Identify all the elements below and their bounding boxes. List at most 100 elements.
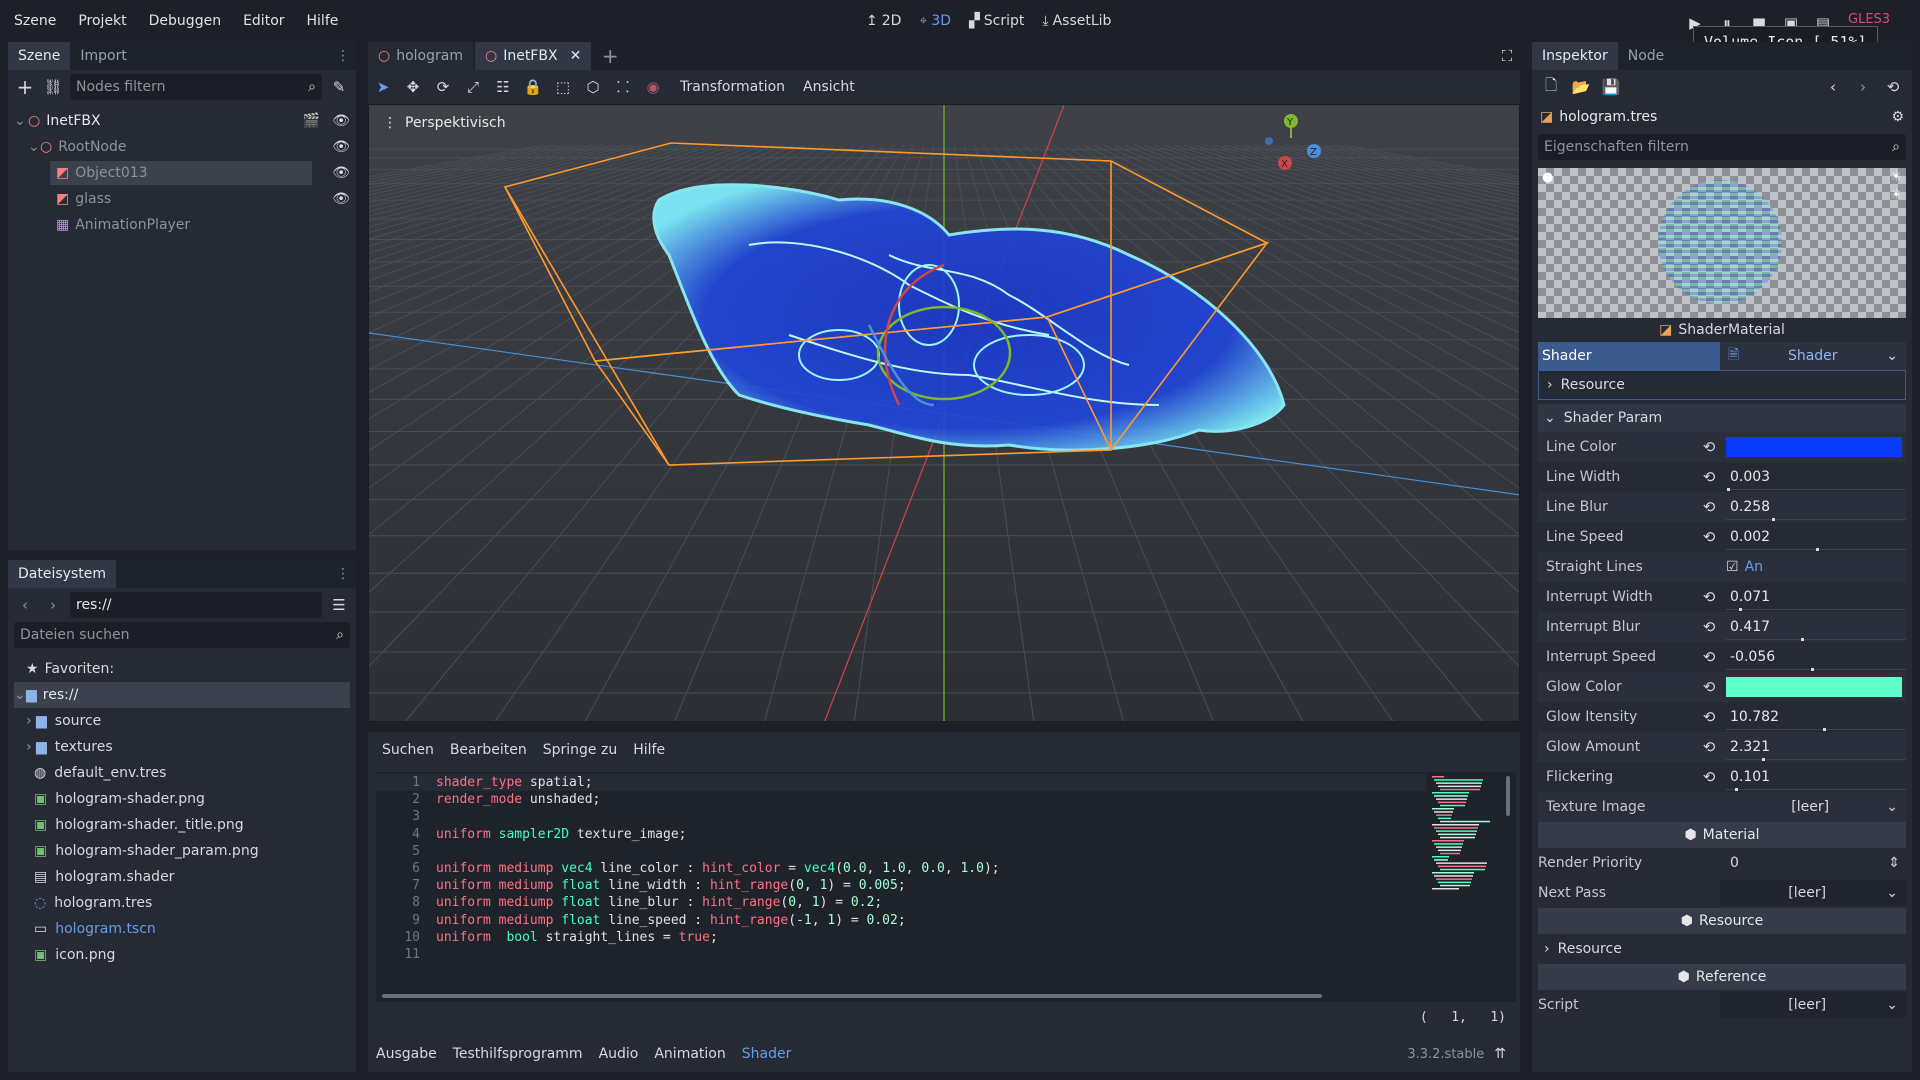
param-slider[interactable]: 0.417 (1726, 614, 1906, 641)
menu-item-debug[interactable]: Debuggen (149, 13, 221, 29)
back-icon[interactable]: ‹ (14, 594, 36, 616)
property-filter-input[interactable]: Eigenschaften filtern ⌕ (1538, 134, 1906, 160)
rotate-tool-icon[interactable]: ⟳ (432, 76, 454, 98)
resource-section[interactable]: ⬢ Resource (1538, 908, 1906, 934)
menu-item-help[interactable]: Hilfe (307, 13, 339, 29)
reset-icon[interactable]: ⟲ (1698, 678, 1720, 696)
res-root-row[interactable]: ⌄ ▆ res:// (14, 682, 350, 708)
slider-grabber[interactable] (1762, 758, 1765, 761)
reset-icon[interactable]: ⟲ (1698, 588, 1720, 606)
file-item[interactable]: ▤ hologram.shader (14, 864, 350, 890)
tab-scene[interactable]: Szene (8, 42, 71, 70)
light2-toggle-icon[interactable]: ☀ (1890, 188, 1902, 203)
slider-grabber[interactable] (1738, 608, 1742, 611)
slider-grabber[interactable] (1810, 668, 1814, 671)
file-item[interactable]: › ▆ textures (14, 734, 350, 760)
path-input[interactable]: res:// (70, 592, 322, 618)
tree-node-glass[interactable]: ◩ glass 👁 (14, 186, 350, 212)
spin-arrows-icon[interactable]: ⇕ (1888, 855, 1900, 871)
render-priority-spinbox[interactable]: 0 ⇕ (1720, 850, 1906, 876)
tab-node[interactable]: Node (1618, 42, 1675, 70)
workspace-script[interactable]: ▞ Script (969, 13, 1024, 29)
node-filter-input[interactable]: Nodes filtern ⌕ (70, 74, 322, 100)
slider-grabber[interactable] (1735, 788, 1738, 791)
dock-menu-icon[interactable]: ⋮ (336, 566, 350, 582)
expand-panel-icon[interactable]: ⇈ (1494, 1046, 1506, 1062)
file-item[interactable]: ▣ icon.png (14, 942, 350, 968)
file-item[interactable]: ▣ hologram-shader._title.png (14, 812, 350, 838)
file-item[interactable]: ▣ hologram-shader_param.png (14, 838, 350, 864)
tree-node-animationplayer[interactable]: ▦ AnimationPlayer (14, 212, 350, 238)
menu-edit[interactable]: Bearbeiten (450, 742, 527, 758)
color-picker-swatch[interactable] (1726, 437, 1902, 457)
chevron-right-icon[interactable]: › (26, 739, 36, 755)
reset-icon[interactable]: ⟲ (1698, 528, 1720, 546)
tab-hologram[interactable]: ○ hologram (368, 42, 473, 70)
tree-node-rootnode[interactable]: ⌄ ○ RootNode 👁 (14, 134, 350, 160)
vertical-scrollbar[interactable] (1506, 776, 1510, 816)
workspace-3d[interactable]: ⌖ 3D (919, 13, 951, 29)
tree-node-inetfbx[interactable]: ⌄ ○ InetFBX 🎬 👁 (14, 108, 350, 134)
menu-item-editor[interactable]: Editor (243, 13, 284, 29)
material-section[interactable]: ⬢ Material (1538, 822, 1906, 848)
file-item[interactable]: ◌ hologram.tres (14, 890, 350, 916)
slider-grabber[interactable] (1816, 548, 1820, 551)
reset-icon[interactable]: ⟲ (1698, 468, 1720, 486)
param-slider[interactable]: 10.782 (1726, 704, 1906, 731)
workspace-assetlib[interactable]: ⤓ AssetLib (1042, 13, 1111, 29)
tab-output[interactable]: Ausgabe (376, 1046, 437, 1062)
tab-debugger[interactable]: Testhilfsprogramm (453, 1046, 583, 1062)
menu-item-scene[interactable]: Szene (14, 13, 56, 29)
tab-inspector[interactable]: Inspektor (1532, 42, 1618, 70)
horizontal-scrollbar[interactable] (382, 994, 1322, 998)
reset-icon[interactable]: ⟲ (1698, 708, 1720, 726)
list-select-icon[interactable]: ☷ (492, 76, 514, 98)
menu-transformation[interactable]: Transformation (680, 79, 785, 95)
slider-grabber[interactable] (1823, 728, 1827, 731)
link-icon[interactable]: ⛓ (42, 76, 64, 98)
resource-subsection[interactable]: › Resource (1538, 370, 1906, 400)
renderer-label[interactable]: GLES3 (1848, 12, 1890, 27)
history-icon[interactable]: ⟲ (1882, 76, 1904, 98)
reset-icon[interactable]: ⟲ (1698, 738, 1720, 756)
reset-icon[interactable]: ⟲ (1698, 498, 1720, 516)
select-tool-icon[interactable]: ➤ (372, 76, 394, 98)
scale-tool-icon[interactable]: ⤢ (462, 76, 484, 98)
dock-menu-icon[interactable]: ⋮ (336, 48, 350, 64)
viewport-3d[interactable]: Y Z X ⋮ Perspektivisch (368, 104, 1520, 722)
close-icon[interactable]: ✕ (570, 48, 582, 64)
param-slider[interactable]: 0.002 (1726, 524, 1906, 551)
file-item[interactable]: ▭ hologram.tscn (14, 916, 350, 942)
shader-param-header[interactable]: ⌄ Shader Param (1538, 404, 1906, 432)
color-picker-swatch[interactable] (1726, 677, 1902, 697)
snap-icon[interactable]: ⸬ (612, 76, 634, 98)
code-area[interactable]: 1 shader_type spatial; 2 render_mode unshad… (376, 772, 1516, 1002)
history-forward-icon[interactable]: › (1852, 76, 1874, 98)
camera-preview-icon[interactable]: ◉ (642, 76, 664, 98)
tab-animation[interactable]: Animation (654, 1046, 725, 1062)
file-item[interactable]: ◍ default_env.tres (14, 760, 350, 786)
param-slider[interactable]: 0.071 (1726, 584, 1906, 611)
visibility-eye-icon[interactable]: 👁 (332, 165, 350, 181)
menu-goto[interactable]: Springe zu (543, 742, 617, 758)
script-picker[interactable]: [leer] ⌄ (1720, 992, 1906, 1018)
workspace-2d[interactable]: ↥ 2D (866, 13, 901, 29)
menu-help[interactable]: Hilfe (633, 742, 665, 758)
light-toggle-icon[interactable]: ☀ (1890, 170, 1902, 185)
move-tool-icon[interactable]: ✥ (402, 76, 424, 98)
reset-icon[interactable]: ⟲ (1698, 768, 1720, 786)
reset-icon[interactable]: ⟲ (1698, 648, 1720, 666)
slider-grabber[interactable] (1772, 518, 1776, 521)
texture-picker[interactable]: [leer] ⌄ (1726, 794, 1906, 820)
object-properties-icon[interactable]: ⚙ (1891, 109, 1904, 125)
shader-resource-picker[interactable]: 🗎 Shader ⌄ (1720, 342, 1906, 370)
visibility-eye-icon[interactable]: 👁 (332, 139, 350, 155)
script-attach-icon[interactable]: ✎ (328, 76, 350, 98)
file-search-input[interactable]: Dateien suchen ⌕ (14, 622, 350, 648)
menu-view[interactable]: Ansicht (803, 79, 855, 95)
scene-instance-icon[interactable]: 🎬 (303, 113, 320, 129)
file-item[interactable]: › ▆ source (14, 708, 350, 734)
split-mode-icon[interactable]: ☰ (328, 594, 350, 616)
add-node-icon[interactable]: + (14, 75, 36, 99)
tab-filesystem[interactable]: Dateisystem (8, 560, 116, 588)
